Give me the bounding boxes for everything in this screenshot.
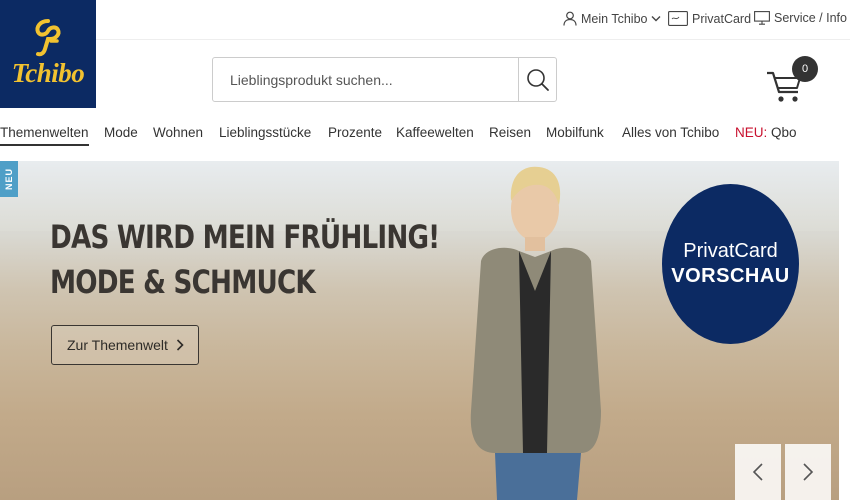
hero-headline-line1: DAS WIRD MEIN FRÜHLING!	[50, 218, 440, 256]
service-info-label: Service / Info	[774, 11, 847, 25]
chevron-left-icon	[752, 463, 763, 481]
privatcard-vorschau-badge[interactable]: PrivatCard VORSCHAU	[662, 184, 799, 344]
search-box	[212, 57, 557, 102]
tchibo-logo[interactable]: Tchibo	[0, 0, 96, 108]
nav-item-qbo-label: Qbo	[771, 125, 797, 140]
cart-button[interactable]: 0	[766, 56, 822, 104]
monitor-icon	[754, 11, 770, 25]
coffee-bean-logo-icon	[35, 19, 61, 57]
service-info-link[interactable]: Service / Info	[754, 11, 847, 25]
cta-label: Zur Themenwelt	[67, 337, 168, 353]
model-image	[470, 166, 601, 500]
nav-item-mobilfunk[interactable]: Mobilfunk	[546, 125, 604, 144]
hero-banner[interactable]: NEU DAS WIRD MEIN FRÜHLING! MODE & SCHMU…	[0, 161, 839, 500]
new-prefix: NEU:	[735, 125, 768, 140]
nav-item-reisen[interactable]: Reisen	[489, 125, 531, 144]
nav-item-mode[interactable]: Mode	[104, 125, 138, 144]
search-button[interactable]	[518, 58, 556, 101]
search-input[interactable]	[213, 58, 518, 101]
mein-tchibo-label: Mein Tchibo	[581, 11, 648, 26]
carousel-prev-button[interactable]	[735, 444, 781, 500]
nav-item-alles-von-tchibo[interactable]: Alles von Tchibo	[622, 125, 719, 144]
user-icon	[563, 11, 577, 26]
nav-item-wohnen[interactable]: Wohnen	[153, 125, 203, 144]
cart-count-badge: 0	[792, 56, 818, 82]
mein-tchibo-link[interactable]: Mein Tchibo	[563, 11, 661, 26]
nav-item-prozente[interactable]: Prozente	[328, 125, 382, 144]
nav-item-themenwelten[interactable]: Themenwelten	[0, 125, 89, 146]
hero-headline-line2: MODE & SCHMUCK	[50, 263, 316, 301]
chevron-right-icon	[176, 339, 184, 351]
nav-item-kaffeewelten[interactable]: Kaffeewelten	[396, 125, 474, 144]
privatcard-link[interactable]: PrivatCard	[668, 11, 751, 26]
zur-themenwelt-button[interactable]: Zur Themenwelt	[51, 325, 199, 365]
nav-item-lieblingsstuecke[interactable]: Lieblingsstücke	[219, 125, 311, 144]
chevron-down-icon	[651, 16, 661, 22]
nav-item-qbo[interactable]: NEU: Qbo	[735, 125, 797, 144]
utility-bar: Mein Tchibo PrivatCard Service / Info	[96, 0, 850, 40]
brand-wordmark: Tchibo	[11, 58, 85, 88]
privatcard-icon	[668, 11, 688, 26]
badge-line2: VORSCHAU	[671, 265, 790, 287]
chevron-right-icon	[803, 463, 814, 481]
search-icon	[526, 68, 549, 91]
privatcard-label: PrivatCard	[692, 11, 752, 26]
carousel-next-button[interactable]	[785, 444, 831, 500]
badge-line1: PrivatCard	[683, 240, 778, 262]
hero-headline: DAS WIRD MEIN FRÜHLING! MODE & SCHMUCK	[50, 215, 440, 305]
new-tag: NEU	[0, 161, 18, 197]
